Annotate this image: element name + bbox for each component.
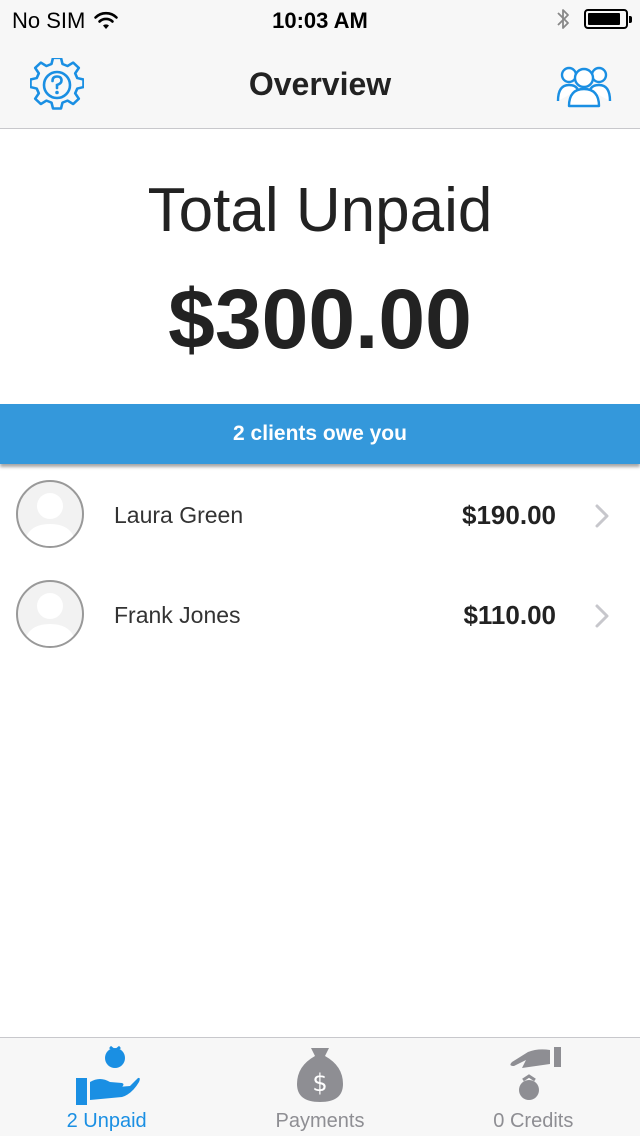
client-amount: $190.00 <box>462 500 556 530</box>
battery-icon <box>584 9 632 29</box>
client-row[interactable]: Laura Green $190.00 <box>0 466 640 566</box>
chevron-right-icon <box>595 504 609 528</box>
hand-receive-money-icon <box>75 1045 140 1105</box>
tab-label: Payments <box>275 1110 365 1132</box>
default-avatar-icon <box>24 493 76 546</box>
tab-payments[interactable]: $ Payments <box>213 1038 426 1136</box>
avatar <box>16 580 84 648</box>
avatar <box>16 480 84 548</box>
clients-owe-banner: 2 clients owe you <box>0 404 640 464</box>
total-unpaid-amount: $300.00 <box>168 272 472 366</box>
default-avatar-icon <box>24 593 76 646</box>
client-name: Frank Jones <box>114 602 241 628</box>
tab-label: 0 Credits <box>493 1110 574 1132</box>
tab-label: 2 Unpaid <box>66 1110 147 1132</box>
chevron-right-icon <box>595 604 609 628</box>
svg-text:$: $ <box>312 1069 327 1097</box>
summary-section: Total Unpaid $300.00 <box>0 129 640 404</box>
client-list: Laura Green $190.00 Frank Jones $110.00 <box>0 466 640 666</box>
navigation-bar: Overview <box>0 40 640 129</box>
client-name: Laura Green <box>114 502 244 528</box>
status-bar: No SIM 10:03 AM <box>0 0 640 40</box>
status-right <box>556 6 632 32</box>
money-bag-icon: $ <box>296 1048 343 1102</box>
tab-bar: 2 Unpaid $ Payments 0 Credits <box>0 1037 640 1136</box>
tab-credits[interactable]: 0 Credits <box>427 1038 640 1136</box>
overview-screen: No SIM 10:03 AM Overview Total Unpaid $3… <box>0 0 640 1136</box>
page-title: Overview <box>248 66 392 102</box>
bluetooth-icon <box>557 9 569 29</box>
client-amount: $110.00 <box>463 600 556 630</box>
status-time: 10:03 AM <box>272 8 368 33</box>
tab-unpaid[interactable]: 2 Unpaid <box>0 1038 213 1136</box>
battery-level <box>588 13 621 25</box>
client-row[interactable]: Frank Jones $110.00 <box>0 566 640 666</box>
total-unpaid-label: Total Unpaid <box>147 176 493 245</box>
clients-group-icon <box>556 66 612 108</box>
clients-button[interactable] <box>556 58 612 112</box>
hand-give-money-icon <box>510 1047 562 1100</box>
